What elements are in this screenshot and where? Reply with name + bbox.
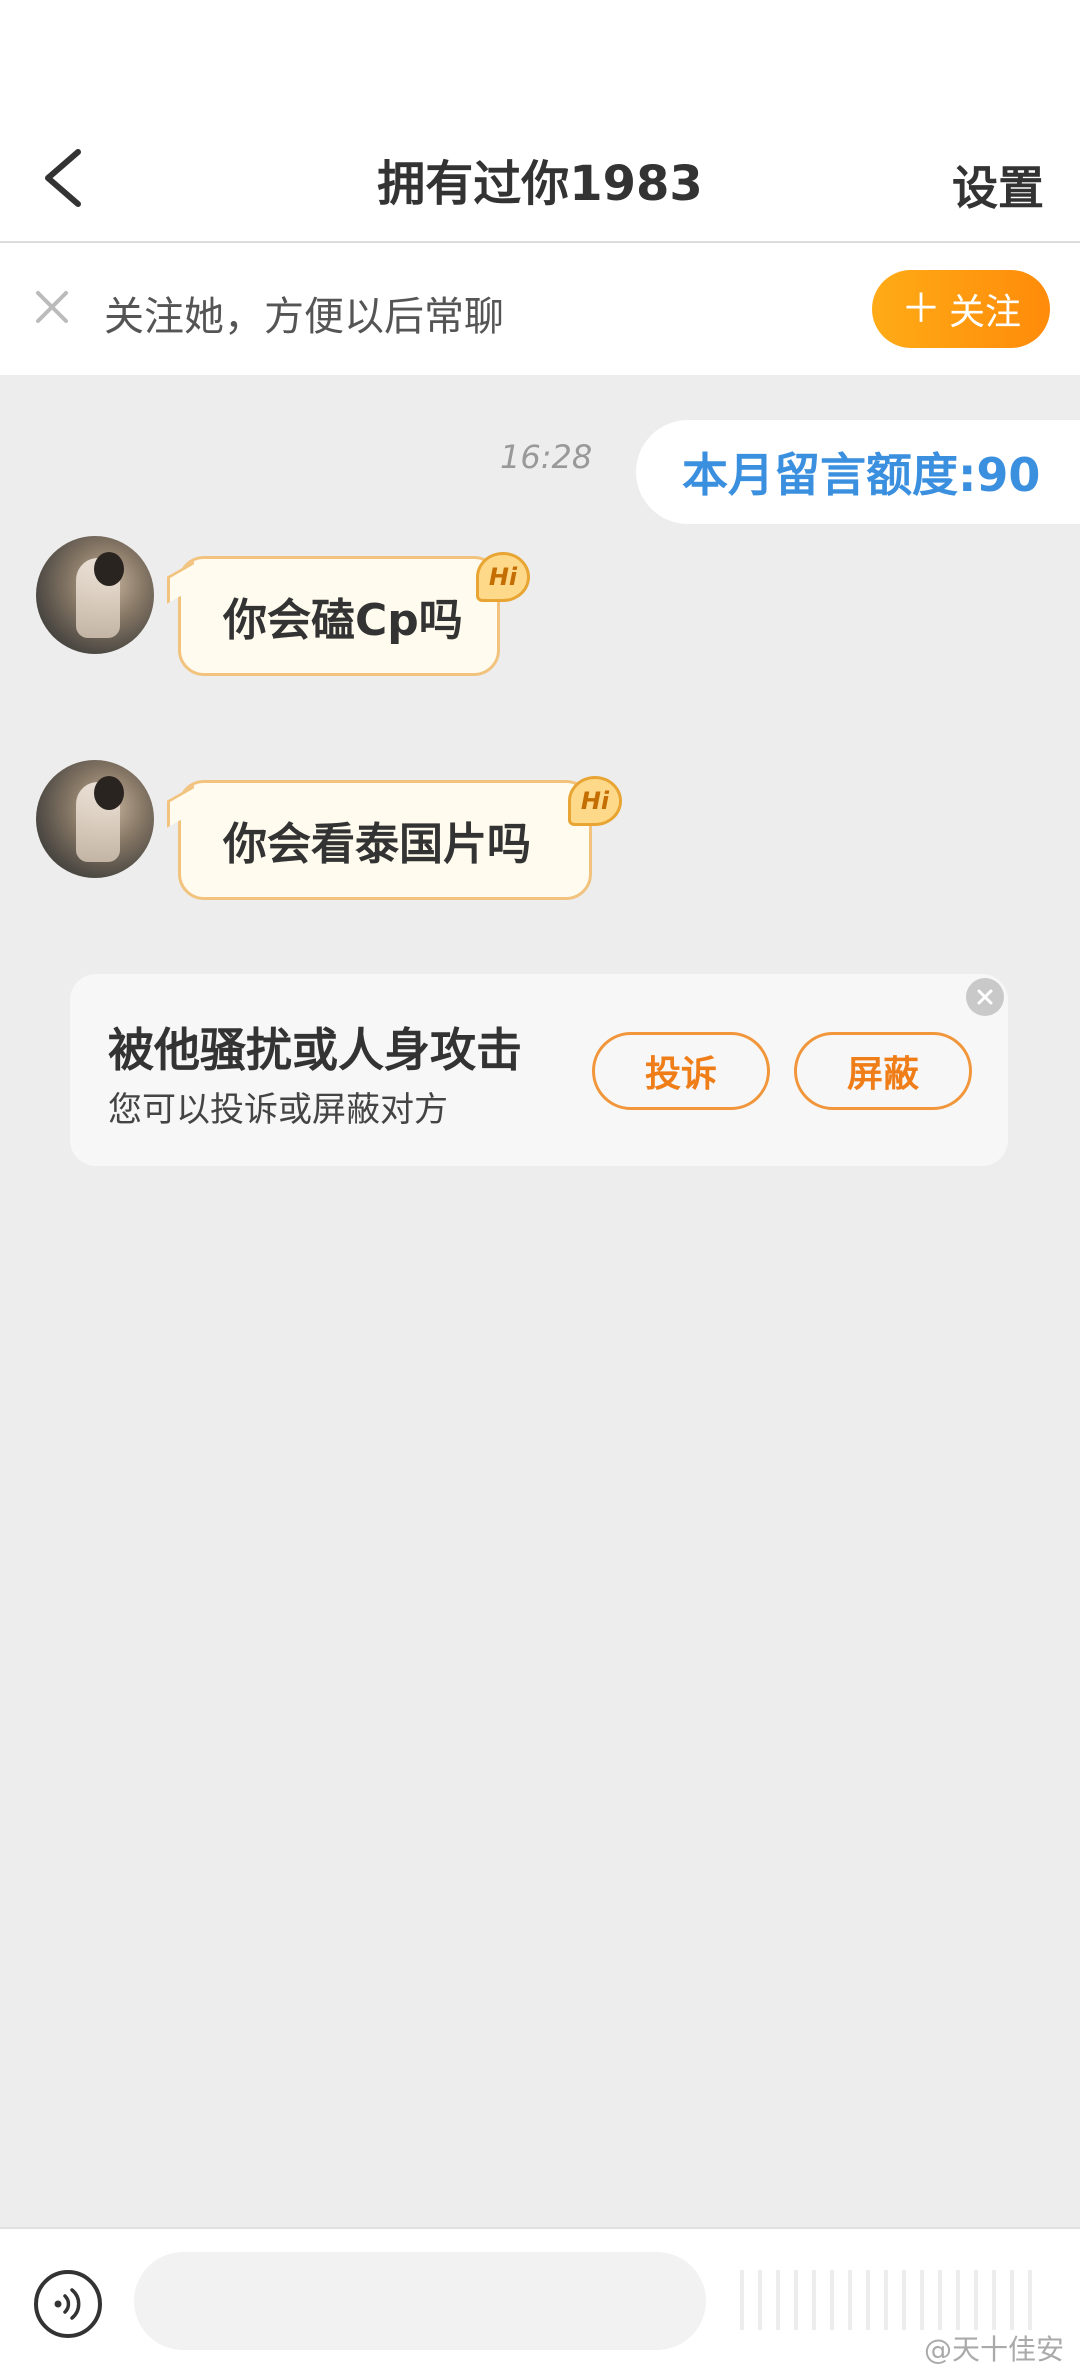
received-message-bubble: 你会看泰国片吗 [167,780,592,900]
block-button[interactable]: 屏蔽 [794,1032,972,1110]
message-text: 你会看泰国片吗 [223,819,531,870]
report-card-subtitle: 您可以投诉或屏蔽对方 [108,1090,448,1130]
watermark: @天十佳安 [924,2333,1065,2366]
close-icon [977,989,993,1005]
report-card-title: 被他骚扰或人身攻击 [108,1023,522,1077]
follow-button[interactable]: ＋ 关注 [872,270,1050,348]
close-card-button[interactable] [966,978,1004,1016]
report-prompt-card: 被他骚扰或人身攻击 您可以投诉或屏蔽对方 投诉 屏蔽 [70,974,1008,1166]
settings-button[interactable]: 设置 [952,152,1044,218]
voice-input-button[interactable] [34,2270,102,2338]
avatar[interactable] [36,760,154,878]
complain-button[interactable]: 投诉 [592,1032,770,1110]
message-input[interactable] [134,2252,706,2350]
follow-banner-text: 关注她，方便以后常聊 [104,294,504,340]
message-text: 你会磕Cp吗 [223,595,463,646]
message-timestamp: 16:28 [500,438,593,476]
quota-message-bubble: 本月留言额度:90 [636,420,1080,524]
hi-badge-icon: Hi [568,776,622,826]
follow-button-label: 关注 [948,292,1021,333]
page-title: 拥有过你1983 [377,156,703,212]
avatar[interactable] [36,536,154,654]
input-bar-right-area [740,2270,1040,2330]
close-icon [36,291,68,323]
received-message-bubble: 你会磕Cp吗 [167,556,500,676]
plus-icon: ＋ [900,286,941,332]
hi-badge-icon: Hi [476,552,530,602]
dismiss-banner-button[interactable] [32,287,72,327]
voice-icon [54,2288,81,2320]
